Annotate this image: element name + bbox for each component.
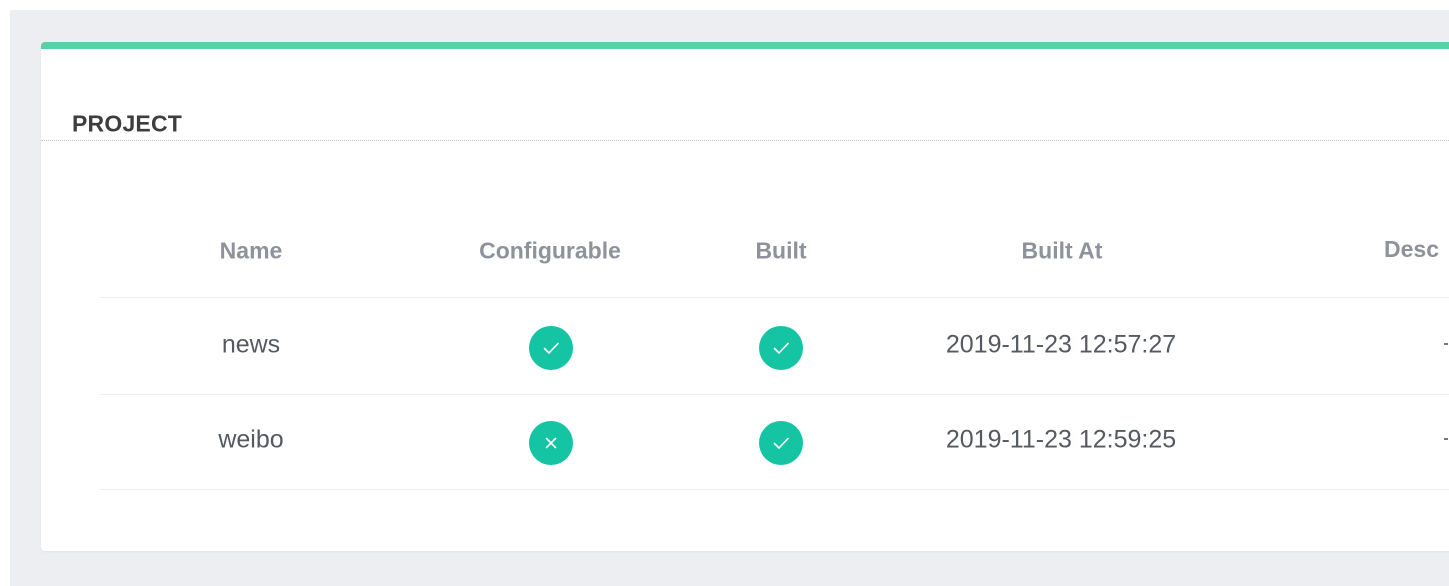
description-truncated xyxy=(1444,343,1448,345)
row-built-at: 2019-11-23 12:59:25 xyxy=(945,425,1177,454)
row-built-at: 2019-11-23 12:57:27 xyxy=(945,330,1177,359)
card-accent-bar xyxy=(41,42,1449,49)
column-header-configurable[interactable]: Configurable xyxy=(479,238,621,265)
check-icon xyxy=(759,326,803,370)
card-header-divider xyxy=(41,140,1449,141)
close-icon xyxy=(529,421,573,465)
column-header-built-at[interactable]: Built At xyxy=(1022,238,1103,265)
column-header-name[interactable]: Name xyxy=(220,238,283,265)
row-name: weibo xyxy=(218,425,284,454)
project-card: PROJECT Name Configurable Built Built At… xyxy=(41,42,1449,551)
description-truncated xyxy=(1444,438,1448,440)
row-divider xyxy=(100,394,1449,395)
column-header-description[interactable]: Desc xyxy=(1384,236,1439,263)
row-divider xyxy=(100,489,1449,490)
row-name: news xyxy=(221,330,281,359)
card-title: PROJECT xyxy=(72,110,183,137)
table-header-divider xyxy=(100,297,1449,298)
check-icon xyxy=(529,326,573,370)
check-icon xyxy=(759,421,803,465)
column-header-built[interactable]: Built xyxy=(755,238,806,265)
